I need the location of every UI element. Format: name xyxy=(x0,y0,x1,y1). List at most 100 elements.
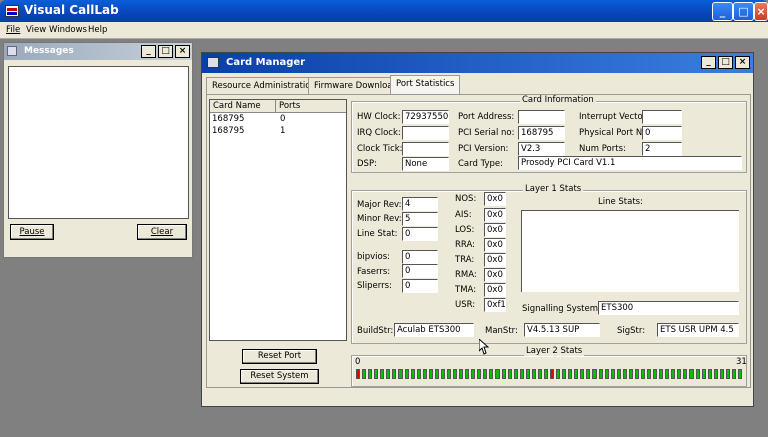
manstr-field[interactable]: V4.5.13 SUP xyxy=(524,323,600,337)
sigstr-field[interactable]: ETS USR UPM 4.5 xyxy=(657,323,739,337)
bipvios-field[interactable]: 0 xyxy=(402,250,438,264)
pci-serial-field[interactable]: 168795 xyxy=(518,126,565,140)
dsp-field[interactable]: None xyxy=(402,157,449,171)
sigstr-label: SigStr: xyxy=(617,326,646,336)
table-row-ports[interactable]: 1 xyxy=(280,126,285,136)
tra-field[interactable]: 0x0 xyxy=(484,253,506,267)
tma-field[interactable]: 0x0 xyxy=(484,283,506,297)
dsp-label: DSP: xyxy=(357,159,377,169)
col-header-ports[interactable]: Ports xyxy=(276,100,346,113)
card-type-field[interactable]: Prosody PCI Card V1.1 xyxy=(518,156,742,170)
ais-label: AIS: xyxy=(455,210,472,220)
messages-icon xyxy=(7,46,17,56)
layer2-channel-indicator xyxy=(416,369,421,379)
line-stat-label: Line Stat: xyxy=(357,229,398,239)
tab-strip: Resource Administration Firmware Downloa… xyxy=(206,75,751,95)
port-address-field[interactable] xyxy=(518,110,565,124)
clock-tick-field[interactable] xyxy=(402,142,449,156)
reset-port-button[interactable]: Reset Port xyxy=(242,349,317,364)
nos-field[interactable]: 0x0 xyxy=(484,192,506,206)
los-field[interactable]: 0x0 xyxy=(484,223,506,237)
menu-file[interactable]: File xyxy=(6,25,20,35)
card-list[interactable]: Card Name Ports 168795 0 168795 1 xyxy=(209,99,347,341)
layer2-channel-indicator xyxy=(537,369,542,379)
layer2-channel-indicator xyxy=(483,369,488,379)
line-stats-label: Line Stats: xyxy=(598,197,643,207)
layer2-channel-indicator xyxy=(580,369,585,379)
card-manager-window: Card Manager _ □ × Resource Administrati… xyxy=(201,52,754,407)
card-manager-close-icon[interactable]: × xyxy=(735,56,750,69)
layer2-channel-indicator xyxy=(737,369,742,379)
col-header-card-name[interactable]: Card Name xyxy=(210,100,276,113)
close-icon[interactable]: × xyxy=(754,2,768,21)
tra-label: TRA: xyxy=(455,255,475,265)
maximize-icon[interactable]: □ xyxy=(733,2,754,21)
rma-field[interactable]: 0x0 xyxy=(484,268,506,282)
pci-version-label: PCI Version: xyxy=(458,144,509,154)
menu-windows[interactable]: Windows xyxy=(49,25,87,35)
card-manager-minimize-icon[interactable]: _ xyxy=(701,56,716,69)
table-row-ports[interactable]: 0 xyxy=(280,114,285,124)
bipvios-label: bipvios: xyxy=(357,252,391,262)
irq-clock-field[interactable] xyxy=(402,126,449,140)
table-row-name[interactable]: 168795 xyxy=(212,126,244,136)
physical-port-field[interactable]: 0 xyxy=(642,126,682,140)
layer2-channel-indicator xyxy=(531,369,536,379)
interrupt-vector-field[interactable] xyxy=(642,110,682,124)
num-ports-field[interactable]: 2 xyxy=(642,142,682,156)
pci-version-field[interactable]: V2.3 xyxy=(518,142,565,156)
layer2-channel-indicator xyxy=(562,369,567,379)
signalling-field[interactable]: ETS300 xyxy=(598,301,739,315)
card-info-title: Card Information xyxy=(520,95,596,105)
interrupt-vector-label: Interrupt Vector: xyxy=(579,112,649,122)
layer2-channel-indicator xyxy=(556,369,561,379)
menu-view[interactable]: View xyxy=(26,25,46,35)
menu-help[interactable]: Help xyxy=(88,25,107,35)
tab-resource-administration[interactable]: Resource Administration xyxy=(206,77,322,94)
major-rev-field[interactable]: 4 xyxy=(402,197,438,211)
rra-field[interactable]: 0x0 xyxy=(484,238,506,252)
app-title-bar[interactable]: Visual CallLab _ □ × xyxy=(0,0,768,22)
messages-minimize-icon[interactable]: _ xyxy=(141,45,156,58)
layer2-channel-indicator xyxy=(707,369,712,379)
buildstr-label: BuildStr: xyxy=(357,326,394,336)
line-stats-box[interactable] xyxy=(521,210,739,292)
layer2-channel-indicator xyxy=(543,369,548,379)
reset-system-button[interactable]: Reset System xyxy=(240,369,319,384)
messages-maximize-icon[interactable]: □ xyxy=(158,45,173,58)
layer2-channel-indicator xyxy=(368,369,373,379)
tab-port-statistics[interactable]: Port Statistics xyxy=(390,75,461,95)
table-row-name[interactable]: 168795 xyxy=(212,114,244,124)
card-manager-maximize-icon[interactable]: □ xyxy=(718,56,733,69)
physical-port-label: Physical Port No: xyxy=(579,128,651,138)
clear-button[interactable]: Clear xyxy=(137,224,187,240)
layer2-channel-indicator xyxy=(689,369,694,379)
layer2-channel-indicator xyxy=(428,369,433,379)
layer2-channel-indicator xyxy=(586,369,591,379)
faserrs-field[interactable]: 0 xyxy=(402,264,438,278)
messages-list[interactable] xyxy=(8,66,189,219)
messages-title-bar[interactable]: Messages _ □ × xyxy=(4,43,192,60)
ais-field[interactable]: 0x0 xyxy=(484,208,506,222)
line-stat-field[interactable]: 0 xyxy=(402,227,438,241)
messages-close-icon[interactable]: × xyxy=(175,45,190,58)
layer2-channel-indicator xyxy=(610,369,615,379)
hw-clock-label: HW Clock: xyxy=(357,112,401,122)
layer2-channel-indicator xyxy=(471,369,476,379)
layer2-channel-indicator xyxy=(725,369,730,379)
layer2-channel-indicator xyxy=(677,369,682,379)
rma-label: RMA: xyxy=(455,270,477,280)
manstr-label: ManStr: xyxy=(485,326,518,336)
usr-field[interactable]: 0xf1 xyxy=(484,298,506,312)
buildstr-field[interactable]: Aculab ETS300 xyxy=(394,323,474,337)
layer2-channel-indicator xyxy=(525,369,530,379)
hw-clock-field[interactable]: 72937550 xyxy=(402,110,449,124)
layer2-start-label: 0 xyxy=(355,357,361,367)
minor-rev-field[interactable]: 5 xyxy=(402,212,438,226)
pause-button[interactable]: Pause xyxy=(10,224,54,240)
minimize-icon[interactable]: _ xyxy=(712,2,733,21)
card-manager-title-bar[interactable]: Card Manager _ □ × xyxy=(202,53,753,73)
layer2-channel-indicator xyxy=(422,369,427,379)
app-title: Visual CallLab xyxy=(24,3,119,17)
sliperrs-field[interactable]: 0 xyxy=(402,279,438,293)
